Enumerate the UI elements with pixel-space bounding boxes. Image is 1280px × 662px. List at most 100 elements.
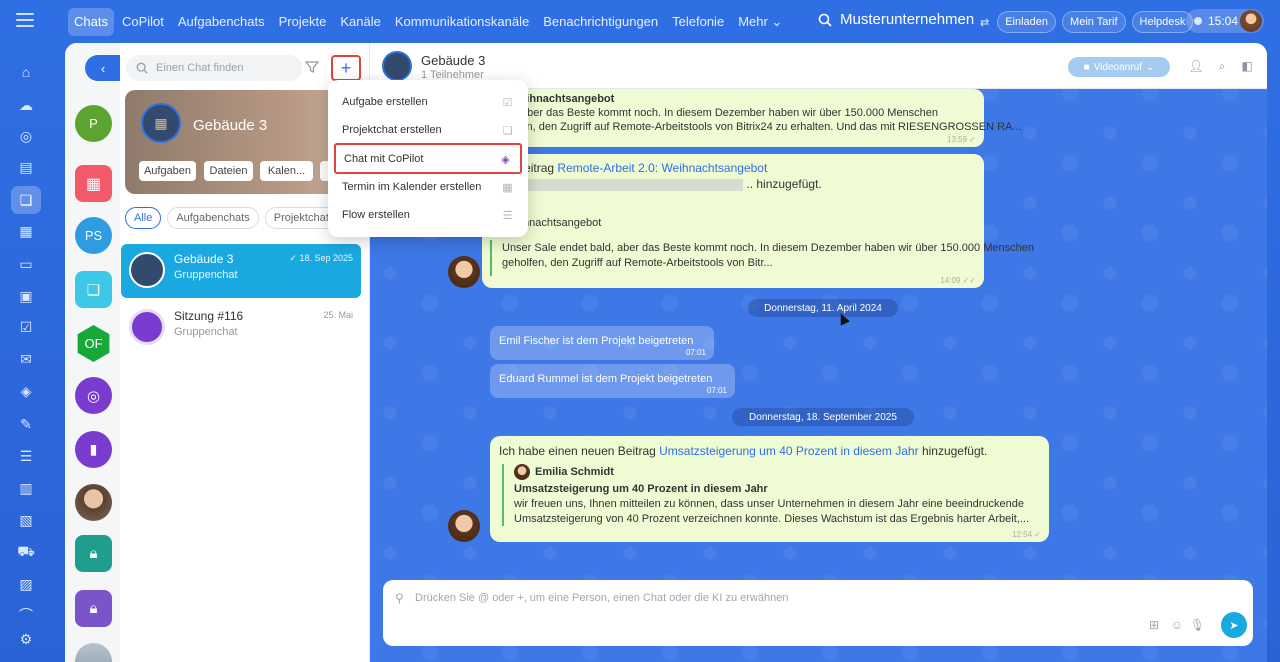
tasks-icon[interactable]: ☑ bbox=[16, 317, 36, 337]
apps-icon[interactable]: ⊞ bbox=[1149, 618, 1159, 632]
calendar-icon: ▦ bbox=[502, 182, 513, 194]
chat-avatar[interactable] bbox=[382, 51, 412, 81]
drive-icon[interactable]: ▭ bbox=[16, 254, 36, 274]
home-icon[interactable]: ⌂ bbox=[16, 62, 36, 82]
microphone-icon[interactable]: 🎙︎ bbox=[1190, 618, 1205, 632]
menu-icon[interactable] bbox=[16, 13, 34, 29]
tab-task-chats[interactable]: Aufgabenchats bbox=[167, 207, 259, 229]
recent-chat-locked-2[interactable]: 🔒︎ bbox=[75, 590, 112, 627]
chat-bubble-icon: ❏ bbox=[86, 281, 101, 299]
company-search[interactable]: Musterunternehmen bbox=[818, 11, 974, 28]
nav-task-chats[interactable]: Aufgabenchats bbox=[172, 8, 271, 36]
user-avatar[interactable] bbox=[1240, 10, 1262, 32]
calendar-button[interactable]: Kalen... bbox=[260, 161, 313, 181]
post-link[interactable]: Umsatzsteigerung um 40 Prozent in diesem… bbox=[659, 444, 918, 458]
swap-icon[interactable]: ⇄ bbox=[980, 16, 989, 29]
document-icon[interactable]: ▤ bbox=[16, 157, 36, 177]
recent-chat-ps[interactable]: PS bbox=[75, 217, 112, 254]
filter-icon[interactable] bbox=[305, 60, 319, 74]
nav-projects[interactable]: Projekte bbox=[273, 8, 333, 36]
message-time: 13:59 ✓ bbox=[947, 135, 976, 144]
create-button[interactable]: + bbox=[331, 55, 361, 81]
report-icon[interactable]: ▨ bbox=[16, 574, 36, 594]
sidebar-icon[interactable]: ◧ bbox=[1240, 59, 1254, 73]
recent-chat-locked-1[interactable]: 🔒︎ bbox=[75, 535, 112, 572]
chat-row-gebaeude-3[interactable]: Gebäude 3 Gruppenchat ✓ 18. Sep 2025 bbox=[121, 244, 361, 298]
copilot-icon[interactable]: ◈ bbox=[16, 381, 36, 401]
search-icon[interactable]: ⌕ bbox=[1215, 59, 1229, 73]
cart-icon[interactable]: ⛟ bbox=[16, 542, 36, 562]
sign-icon[interactable]: ✎ bbox=[16, 414, 36, 434]
menu-item-create-calendar-event[interactable]: Termin im Kalender erstellen ▦ bbox=[334, 173, 522, 201]
nav-channels[interactable]: Kanäle bbox=[334, 8, 386, 36]
recent-chat-calendar[interactable]: ▦ bbox=[75, 165, 112, 202]
nav-communication-channels[interactable]: Kommunikationskanäle bbox=[389, 8, 535, 36]
date-separator: Donnerstag, 18. September 2025 bbox=[732, 408, 914, 426]
send-button[interactable]: ➤ bbox=[1221, 612, 1247, 638]
helpdesk-button[interactable]: Helpdesk bbox=[1131, 11, 1194, 33]
recent-chat-photo[interactable] bbox=[75, 643, 112, 662]
nav-chats[interactable]: Chats bbox=[68, 8, 114, 36]
lock-icon: 🔒︎ bbox=[89, 545, 98, 562]
system-message: Eduard Rummel ist dem Projekt beigetrete… bbox=[490, 364, 735, 398]
camera-icon: ■ bbox=[1083, 61, 1090, 73]
nav-copilot[interactable]: CoPilot bbox=[116, 8, 170, 36]
recent-chat-copilot[interactable]: ◎ bbox=[75, 377, 112, 414]
chat-row-sitzung[interactable]: Sitzung #116 Gruppenchat 25. Mai bbox=[121, 301, 361, 355]
settings-icon[interactable]: ⚙ bbox=[16, 629, 36, 649]
recent-chat-person[interactable] bbox=[75, 484, 112, 521]
recent-chat-p[interactable]: P bbox=[75, 105, 112, 142]
store-icon[interactable]: ▧ bbox=[16, 510, 36, 530]
nav-more[interactable]: Mehr ⌄ bbox=[732, 8, 788, 36]
author-avatar[interactable] bbox=[448, 256, 480, 288]
calendar-icon[interactable]: ▦ bbox=[16, 221, 36, 241]
nav-notifications[interactable]: Benachrichtigungen bbox=[537, 8, 664, 36]
message-bubble: euen Beitrag Remote-Arbeit 2.0: Weihnach… bbox=[482, 154, 1034, 288]
chat-row-name: Sitzung #116 bbox=[174, 309, 244, 323]
crm-icon[interactable]: ▣ bbox=[16, 286, 36, 306]
menu-item-create-task[interactable]: Aufgabe erstellen ☑ bbox=[334, 88, 522, 116]
add-user-icon[interactable]: 👤︎ bbox=[1188, 59, 1203, 73]
collapse-button[interactable]: ‹ bbox=[85, 55, 121, 81]
pulse-icon[interactable]: ◎ bbox=[16, 126, 36, 146]
work-time[interactable]: 15:04 bbox=[1186, 9, 1264, 33]
quote-line: wir freuen uns, Ihnen mitteilen zu könne… bbox=[514, 498, 1024, 510]
system-text: Emil Fischer ist dem Projekt beigetreten bbox=[499, 335, 694, 347]
menu-item-create-project-chat[interactable]: Projektchat erstellen ❏ bbox=[334, 116, 522, 144]
author-avatar[interactable] bbox=[448, 510, 480, 542]
search-icon bbox=[136, 62, 148, 74]
recent-chat-messages[interactable]: ❏ bbox=[75, 271, 112, 308]
composer-placeholder: Drücken Sie @ oder +, um eine Person, ei… bbox=[415, 592, 789, 604]
invite-button[interactable]: Einladen bbox=[997, 11, 1057, 33]
create-menu: Aufgabe erstellen ☑ Projektchat erstelle… bbox=[328, 80, 528, 237]
robot-icon[interactable]: ⌒ bbox=[16, 605, 36, 625]
building-avatar: ▦ bbox=[141, 103, 181, 143]
top-nav: Chats CoPilot Aufgabenchats Projekte Kan… bbox=[68, 8, 788, 36]
filter-icon[interactable]: ☰ bbox=[16, 446, 36, 466]
chat-title[interactable]: Gebäude 3 bbox=[421, 53, 485, 68]
tasks-button[interactable]: Aufgaben bbox=[139, 161, 196, 181]
menu-item-copilot-chat[interactable]: Chat mit CoPilot ◈ bbox=[334, 143, 522, 174]
files-button[interactable]: Dateien bbox=[204, 161, 253, 181]
menu-item-create-flow[interactable]: Flow erstellen ☰ bbox=[334, 201, 522, 229]
recent-chat-book[interactable]: ▮ bbox=[75, 431, 112, 468]
search-placeholder: Einen Chat finden bbox=[156, 62, 244, 74]
message-composer[interactable]: ⚲ Drücken Sie @ oder +, um eine Person, … bbox=[383, 580, 1253, 646]
chat-icon[interactable]: ❏ bbox=[11, 186, 41, 214]
video-call-button[interactable]: ■ Videoanruf ⌄ bbox=[1068, 57, 1170, 77]
chat-search-input[interactable]: Einen Chat finden bbox=[126, 55, 302, 81]
nav-telephony[interactable]: Telefonie bbox=[666, 8, 730, 36]
emoji-icon[interactable]: ☺ bbox=[1171, 618, 1183, 632]
tab-all[interactable]: Alle bbox=[125, 207, 162, 229]
chat-row-sub: Gruppenchat bbox=[174, 326, 238, 338]
attach-icon[interactable]: ⚲ bbox=[395, 591, 404, 605]
post-link[interactable]: Remote-Arbeit 2.0: Weihnachtsangebot bbox=[557, 161, 767, 175]
message-pre: Ich habe einen neuen Beitrag bbox=[499, 444, 656, 458]
mail-icon[interactable]: ✉ bbox=[16, 349, 36, 369]
tariff-button[interactable]: Mein Tarif bbox=[1062, 11, 1126, 33]
feed-icon[interactable]: ☁ bbox=[16, 95, 36, 115]
blurred-url bbox=[508, 178, 744, 191]
billing-icon[interactable]: ▥ bbox=[16, 478, 36, 498]
recent-chat-of[interactable]: OF bbox=[77, 325, 110, 362]
quote-author: Emilia Schmidt bbox=[535, 466, 614, 478]
